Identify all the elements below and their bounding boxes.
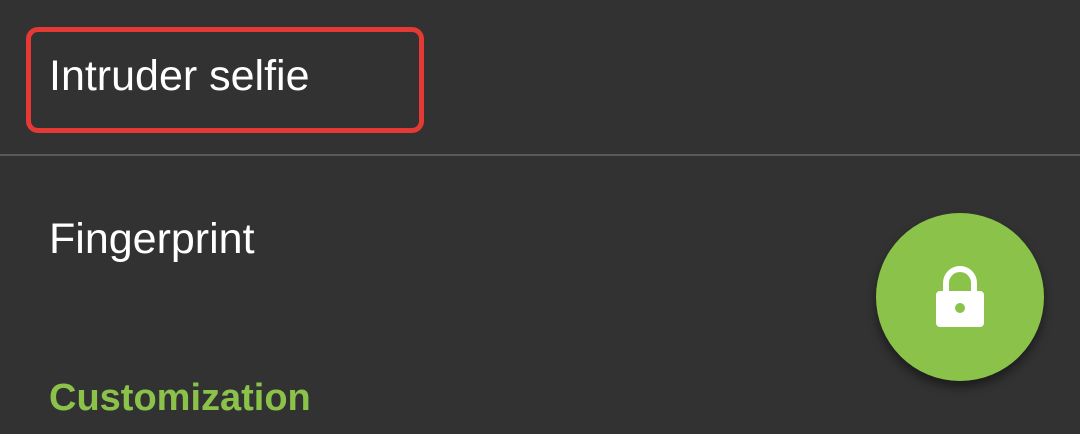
section-header-customization: Customization <box>49 377 311 419</box>
settings-item-label: Fingerprint <box>49 215 255 263</box>
lock-fab-button[interactable] <box>876 213 1044 381</box>
settings-item-label: Intruder selfie <box>49 52 310 100</box>
settings-screen: Intruder selfie Fingerprint Customizatio… <box>0 0 1080 434</box>
settings-item-intruder-selfie[interactable]: Intruder selfie <box>0 0 1080 155</box>
lock-icon <box>936 266 984 327</box>
